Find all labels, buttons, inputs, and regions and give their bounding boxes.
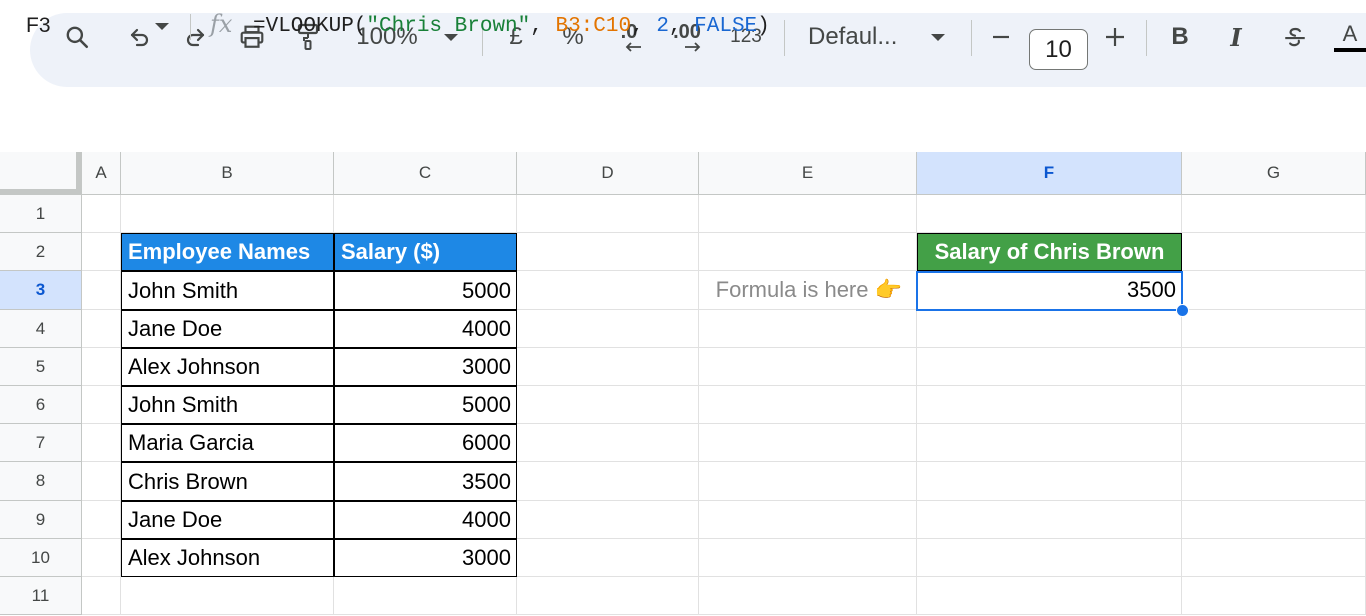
table-cell-name[interactable]: John Smith bbox=[121, 271, 334, 310]
formula-note[interactable]: Formula is here 👉 bbox=[699, 271, 917, 310]
cell-g1[interactable] bbox=[1182, 195, 1366, 233]
cell-e1[interactable] bbox=[699, 195, 917, 233]
cell-g2[interactable] bbox=[1182, 233, 1366, 271]
cell-c11[interactable] bbox=[334, 577, 517, 615]
cell-a4[interactable] bbox=[82, 310, 121, 348]
row-header-10[interactable]: 10 bbox=[0, 539, 82, 577]
cell-g4[interactable] bbox=[1182, 310, 1366, 348]
row-header-1[interactable]: 1 bbox=[0, 195, 82, 233]
cell-d8[interactable] bbox=[517, 462, 699, 501]
column-header-a[interactable]: A bbox=[82, 152, 121, 195]
row-header-7[interactable]: 7 bbox=[0, 424, 82, 462]
table-cell-salary[interactable]: 4000 bbox=[334, 310, 517, 348]
cell-a5[interactable] bbox=[82, 348, 121, 386]
cell-g10[interactable] bbox=[1182, 539, 1366, 577]
cell-e7[interactable] bbox=[699, 424, 917, 462]
cell-f4[interactable] bbox=[917, 310, 1182, 348]
column-header-c[interactable]: C bbox=[334, 152, 517, 195]
cell-f11[interactable] bbox=[917, 577, 1182, 615]
row-header-2[interactable]: 2 bbox=[0, 233, 82, 271]
table-cell-salary[interactable]: 5000 bbox=[334, 386, 517, 424]
cell-d9[interactable] bbox=[517, 501, 699, 539]
cell-a9[interactable] bbox=[82, 501, 121, 539]
cell-a11[interactable] bbox=[82, 577, 121, 615]
table-cell-name[interactable]: Jane Doe bbox=[121, 501, 334, 539]
cell-d1[interactable] bbox=[517, 195, 699, 233]
row-header-5[interactable]: 5 bbox=[0, 348, 82, 386]
cell-g5[interactable] bbox=[1182, 348, 1366, 386]
cell-b11[interactable] bbox=[121, 577, 334, 615]
cell-e8[interactable] bbox=[699, 462, 917, 501]
cell-d11[interactable] bbox=[517, 577, 699, 615]
table-cell-salary[interactable]: 3000 bbox=[334, 348, 517, 386]
cell-a10[interactable] bbox=[82, 539, 121, 577]
cell-e4[interactable] bbox=[699, 310, 917, 348]
table-header-employee-names[interactable]: Employee Names bbox=[121, 233, 334, 271]
table-cell-name[interactable]: Alex Johnson bbox=[121, 539, 334, 577]
row-header-3[interactable]: 3 bbox=[0, 271, 82, 310]
cell-f9[interactable] bbox=[917, 501, 1182, 539]
row-header-8[interactable]: 8 bbox=[0, 462, 82, 501]
table-cell-name[interactable]: John Smith bbox=[121, 386, 334, 424]
row-header-9[interactable]: 9 bbox=[0, 501, 82, 539]
table-cell-salary[interactable]: 4000 bbox=[334, 501, 517, 539]
cell-f7[interactable] bbox=[917, 424, 1182, 462]
cell-d4[interactable] bbox=[517, 310, 699, 348]
result-value-cell[interactable]: 3500 bbox=[917, 271, 1182, 310]
table-cell-name[interactable]: Maria Garcia bbox=[121, 424, 334, 462]
table-cell-name[interactable]: Chris Brown bbox=[121, 462, 334, 501]
cell-d6[interactable] bbox=[517, 386, 699, 424]
cell-e11[interactable] bbox=[699, 577, 917, 615]
cell-e9[interactable] bbox=[699, 501, 917, 539]
cell-d5[interactable] bbox=[517, 348, 699, 386]
row-header-11[interactable]: 11 bbox=[0, 577, 82, 615]
cell-a1[interactable] bbox=[82, 195, 121, 233]
fill-handle[interactable] bbox=[1176, 304, 1189, 317]
cell-c1[interactable] bbox=[334, 195, 517, 233]
cell-a2[interactable] bbox=[82, 233, 121, 271]
spreadsheet-grid: A B C D E F G 1 2 3 4 5 6 7 8 9 10 11 Employee Names Salary… bbox=[0, 0, 1366, 616]
cell-e5[interactable] bbox=[699, 348, 917, 386]
column-header-f[interactable]: F bbox=[917, 152, 1182, 195]
cell-a7[interactable] bbox=[82, 424, 121, 462]
table-cell-name[interactable]: Jane Doe bbox=[121, 310, 334, 348]
cell-d3[interactable] bbox=[517, 271, 699, 310]
cell-d2[interactable] bbox=[517, 233, 699, 271]
row-header-6[interactable]: 6 bbox=[0, 386, 82, 424]
cell-f8[interactable] bbox=[917, 462, 1182, 501]
column-header-e[interactable]: E bbox=[699, 152, 917, 195]
column-header-b[interactable]: B bbox=[121, 152, 334, 195]
cell-g3[interactable] bbox=[1182, 271, 1366, 310]
cell-g7[interactable] bbox=[1182, 424, 1366, 462]
table-cell-salary[interactable]: 3000 bbox=[334, 539, 517, 577]
cell-d10[interactable] bbox=[517, 539, 699, 577]
cell-g8[interactable] bbox=[1182, 462, 1366, 501]
column-header-d[interactable]: D bbox=[517, 152, 699, 195]
cell-g11[interactable] bbox=[1182, 577, 1366, 615]
table-cell-name[interactable]: Alex Johnson bbox=[121, 348, 334, 386]
cell-g9[interactable] bbox=[1182, 501, 1366, 539]
row-header-4[interactable]: 4 bbox=[0, 310, 82, 348]
cell-d7[interactable] bbox=[517, 424, 699, 462]
cell-f6[interactable] bbox=[917, 386, 1182, 424]
cell-a8[interactable] bbox=[82, 462, 121, 501]
table-header-salary[interactable]: Salary ($) bbox=[334, 233, 517, 271]
cell-b1[interactable] bbox=[121, 195, 334, 233]
table-cell-salary[interactable]: 6000 bbox=[334, 424, 517, 462]
cell-a6[interactable] bbox=[82, 386, 121, 424]
cell-e6[interactable] bbox=[699, 386, 917, 424]
cell-e10[interactable] bbox=[699, 539, 917, 577]
table-cell-salary[interactable]: 3500 bbox=[334, 462, 517, 501]
cell-f1[interactable] bbox=[917, 195, 1182, 233]
frozen-row-handle[interactable] bbox=[0, 189, 82, 195]
cell-f10[interactable] bbox=[917, 539, 1182, 577]
cell-g6[interactable] bbox=[1182, 386, 1366, 424]
table-cell-salary[interactable]: 5000 bbox=[334, 271, 517, 310]
cell-a3[interactable] bbox=[82, 271, 121, 310]
cell-f5[interactable] bbox=[917, 348, 1182, 386]
cell-e2[interactable] bbox=[699, 233, 917, 271]
result-header[interactable]: Salary of Chris Brown bbox=[917, 233, 1182, 271]
column-header-g[interactable]: G bbox=[1182, 152, 1366, 195]
